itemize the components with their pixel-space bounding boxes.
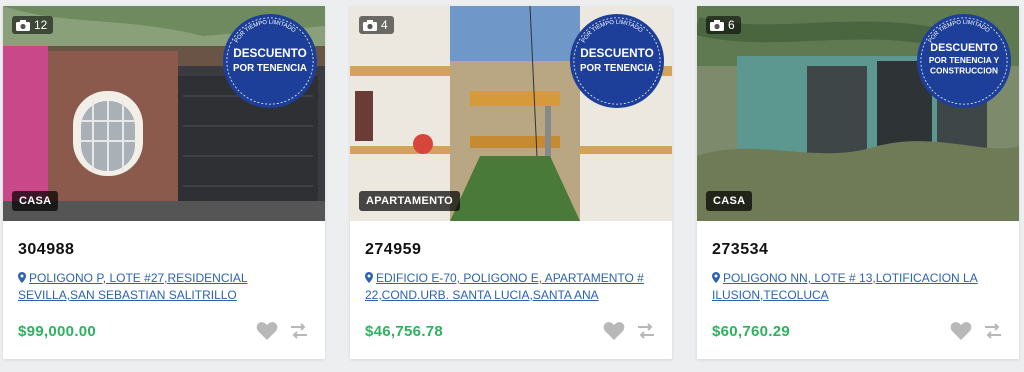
map-pin-icon [365, 272, 373, 283]
listing-card[interactable]: 12 POR TIEMPO LIMITADO DESCUENTO POR TEN… [3, 6, 325, 359]
photo-count: 6 [706, 16, 741, 34]
listing-price: $99,000.00 [18, 322, 97, 340]
badge-line: POR TENENCIA Y [929, 55, 1000, 65]
listing-photo[interactable]: 12 POR TIEMPO LIMITADO DESCUENTO POR TEN… [3, 6, 325, 221]
address-link[interactable]: POLIGONO P, LOTE #27,RESIDENCIAL SEVILLA… [18, 270, 310, 306]
listing-photo[interactable]: 6 POR TIEMPO LIMITADO DESCUENTO POR TENE… [697, 6, 1019, 221]
photo-count: 4 [359, 16, 394, 34]
listing-code: 273534 [712, 241, 769, 258]
listing-code: 304988 [18, 241, 75, 258]
property-type-tag: CASA [12, 191, 59, 211]
compare-arrows-icon[interactable] [635, 321, 657, 341]
listing-code: 274959 [365, 241, 422, 258]
listing-price: $60,760.29 [712, 322, 791, 340]
listing-card[interactable]: 4 POR TIEMPO LIMITADO DESCUENTO POR TENE… [350, 6, 672, 359]
listing-photo[interactable]: 4 POR TIEMPO LIMITADO DESCUENTO POR TENE… [350, 6, 672, 221]
badge-line: DESCUENTO [580, 47, 654, 60]
discount-badge: POR TIEMPO LIMITADO DESCUENTO POR TENENC… [222, 13, 318, 109]
listing-card[interactable]: 6 POR TIEMPO LIMITADO DESCUENTO POR TENE… [697, 6, 1019, 359]
camera-icon [710, 19, 724, 31]
map-pin-icon [712, 272, 720, 283]
heart-icon[interactable] [256, 321, 278, 341]
photo-count: 12 [12, 16, 54, 34]
discount-badge: POR TIEMPO LIMITADO DESCUENTO POR TENENC… [569, 13, 665, 109]
address-link[interactable]: EDIFICIO E-70, POLIGONO E, APARTAMENTO #… [365, 270, 657, 306]
heart-icon[interactable] [603, 321, 625, 341]
compare-arrows-icon[interactable] [982, 321, 1004, 341]
compare-arrows-icon[interactable] [288, 321, 310, 341]
camera-icon [16, 19, 30, 31]
discount-badge: POR TIEMPO LIMITADO DESCUENTO POR TENENC… [916, 13, 1012, 109]
property-type-tag: APARTAMENTO [359, 191, 461, 211]
camera-icon [363, 19, 377, 31]
badge-line: POR TENENCIA [580, 63, 654, 74]
map-pin-icon [18, 272, 26, 283]
property-type-tag: CASA [706, 191, 753, 211]
address-link[interactable]: POLIGONO NN, LOTE # 13,LOTIFICACION LA I… [712, 270, 1004, 306]
listing-price: $46,756.78 [365, 322, 444, 340]
badge-line: DESCUENTO [233, 47, 307, 60]
badge-line: CONSTRUCCION [930, 66, 998, 76]
badge-line: DESCUENTO [930, 42, 997, 54]
heart-icon[interactable] [950, 321, 972, 341]
badge-line: POR TENENCIA [233, 63, 307, 74]
